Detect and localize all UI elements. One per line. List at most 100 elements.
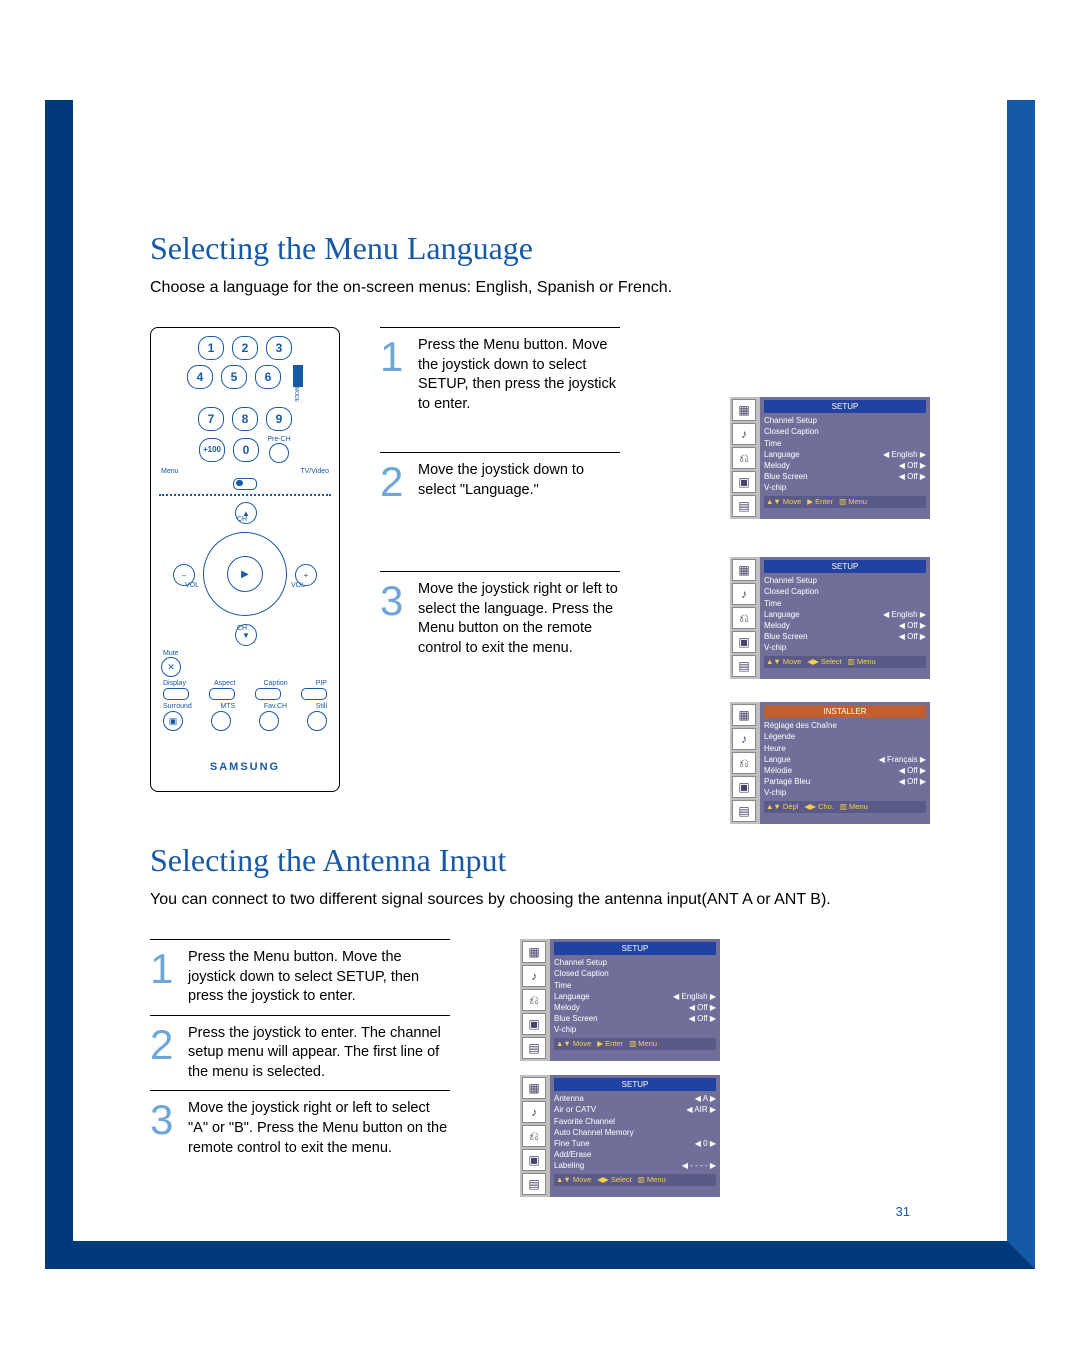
osd-tab-icon: ▣ <box>732 471 756 493</box>
mute-button[interactable]: ✕ <box>161 657 181 677</box>
s2-step-2: 2 Press the joystick to enter. The chann… <box>150 1015 450 1091</box>
ch-label-down: CH <box>237 625 247 632</box>
osd-screen-3: ▦ ♪ ⎌ ▣ ▤ INSTALLER Réglage des ChaîneLé… <box>730 702 930 824</box>
mts-button[interactable] <box>211 711 231 731</box>
page: Selecting the Menu Language Choose a lan… <box>0 0 1080 1369</box>
osd1-footer: ▲▼ Move▶ Enter▥ Menu <box>764 496 926 509</box>
s2-step-3-num: 3 <box>150 1099 178 1158</box>
remote-num-0[interactable]: 0 <box>233 438 259 462</box>
remote-num-3[interactable]: 3 <box>266 336 292 360</box>
remote-num-7[interactable]: 7 <box>198 407 224 431</box>
surround-button[interactable]: ▣ <box>163 711 183 731</box>
favch-button[interactable] <box>259 711 279 731</box>
vol-label-right: VOL <box>291 582 305 589</box>
remote-num-6[interactable]: 6 <box>255 365 281 389</box>
osd-tab-icon: ♪ <box>732 728 756 750</box>
osd4-body: Channel SetupClosed CaptionTimeLanguage◀… <box>554 957 716 1035</box>
osd1-body: Channel SetupClosed CaptionTimeLanguage◀… <box>764 415 926 493</box>
remote-num-1[interactable]: 1 <box>198 336 224 360</box>
osd-tab-icon: ⎌ <box>522 1125 546 1147</box>
remote-control: 1 2 3 4 5 6 MODE 7 8 9 <box>150 327 340 792</box>
brand-label: SAMSUNG <box>159 761 331 773</box>
osd-tab-icon: ⎌ <box>732 447 756 469</box>
step-2-text: Move the joystick down to select "Langua… <box>418 461 620 503</box>
remote-plus100[interactable]: +100 <box>199 438 225 462</box>
osd-tab-icon: ▤ <box>522 1037 546 1059</box>
s2-step-1: 1 Press the Menu button. Move the joysti… <box>150 939 450 1015</box>
still-button[interactable] <box>307 711 327 731</box>
favch-label: Fav.CH <box>264 703 287 710</box>
step-1: 1 Press the Menu button. Move the joysti… <box>380 327 620 422</box>
osd-tab-icon: ♪ <box>522 1101 546 1123</box>
osd4-footer: ▲▼ Move▶ Enter▥ Menu <box>554 1038 716 1051</box>
step-1-text: Press the Menu button. Move the joystick… <box>418 336 620 414</box>
display-button[interactable] <box>163 688 189 700</box>
osd-tab-icon: ♪ <box>732 423 756 445</box>
s2-step-2-text: Press the joystick to enter. The channel… <box>188 1024 450 1083</box>
joystick[interactable]: ▶ ▲ ▼ – + CH CH VOL VOL <box>175 504 315 644</box>
page-number: 31 <box>896 1204 910 1219</box>
remote-num-4[interactable]: 4 <box>187 365 213 389</box>
step-3-text: Move the joystick right or left to selec… <box>418 580 620 658</box>
osd-tab-icon: ▦ <box>732 399 756 421</box>
osd-tab-icon: ▣ <box>732 776 756 798</box>
s2-step-2-num: 2 <box>150 1024 178 1083</box>
step-1-num: 1 <box>380 336 408 414</box>
osd-tab-icon: ▤ <box>522 1173 546 1195</box>
osd4-title: SETUP <box>554 942 716 955</box>
remote-num-5[interactable]: 5 <box>221 365 247 389</box>
content-area: Selecting the Menu Language Choose a lan… <box>150 230 930 1219</box>
caption-button[interactable] <box>255 688 281 700</box>
osd1-title: SETUP <box>764 400 926 413</box>
section2-title: Selecting the Antenna Input <box>150 842 930 879</box>
remote-num-8[interactable]: 8 <box>232 407 258 431</box>
ch-label-up: CH <box>237 516 247 523</box>
osd2-title: SETUP <box>764 560 926 573</box>
still-label: Still <box>316 703 327 710</box>
tvvideo-label: TV/Video <box>300 468 329 475</box>
osd-tab-icon: ▦ <box>732 559 756 581</box>
step-2-num: 2 <box>380 461 408 503</box>
mode-switch[interactable] <box>293 365 303 387</box>
osd-tab-icon: ▤ <box>732 800 756 822</box>
osd-screen-5: ▦ ♪ ⎌ ▣ ▤ SETUP Antenna◀ A ▶Air or CATV◀… <box>520 1075 720 1197</box>
menu-slider[interactable] <box>233 478 257 490</box>
remote-num-9[interactable]: 9 <box>266 407 292 431</box>
pip-button[interactable] <box>301 688 327 700</box>
section1-body: 1 2 3 4 5 6 MODE 7 8 9 <box>150 327 930 792</box>
osd-tab-icon: ▦ <box>732 704 756 726</box>
display-label: Display <box>163 680 186 687</box>
osd-tab-icon: ⎌ <box>732 607 756 629</box>
section2-intro: You can connect to two different signal … <box>150 891 930 909</box>
menu-label: Menu <box>161 468 179 475</box>
osd3-title: INSTALLER <box>764 705 926 718</box>
section1-title: Selecting the Menu Language <box>150 230 930 267</box>
aspect-button[interactable] <box>209 688 235 700</box>
osd-screen-2: ▦ ♪ ⎌ ▣ ▤ SETUP Channel SetupClosed Capt… <box>730 557 930 679</box>
osd5-footer: ▲▼ Move◀▶ Select▥ Menu <box>554 1174 716 1187</box>
osd2-body: Channel SetupClosed CaptionTimeLanguage◀… <box>764 575 926 653</box>
osd-tab-icon: ⎌ <box>522 989 546 1011</box>
step-3-num: 3 <box>380 580 408 658</box>
mode-label: MODE <box>293 387 299 402</box>
mts-label: MTS <box>220 703 235 710</box>
prech-button[interactable] <box>269 443 289 463</box>
osd-screen-1: ▦ ♪ ⎌ ▣ ▤ SETUP Channel SetupClosed Capt… <box>730 397 930 519</box>
pip-label: PIP <box>316 680 327 687</box>
osd3-body: Réglage des ChaîneLégendeHeureLangue◀ Fr… <box>764 720 926 798</box>
mute-label: Mute <box>163 650 179 657</box>
s2-step-3-text: Move the joystick right or left to selec… <box>188 1099 450 1158</box>
osd5-body: Antenna◀ A ▶Air or CATV◀ AIR ▶Favorite C… <box>554 1093 716 1171</box>
osd-tab-icon: ▣ <box>522 1149 546 1171</box>
osd-tab-icon: ▦ <box>522 941 546 963</box>
joystick-center[interactable]: ▶ <box>227 556 263 592</box>
osd-tab-icon: ▣ <box>732 631 756 653</box>
section2: Selecting the Antenna Input You can conn… <box>150 792 930 1211</box>
osd5-title: SETUP <box>554 1078 716 1091</box>
section2-steps: 1 Press the Menu button. Move the joysti… <box>150 939 480 1166</box>
section2-osds: ▦ ♪ ⎌ ▣ ▤ SETUP Channel SetupClosed Capt… <box>520 939 720 1211</box>
osd3-footer: ▲▼ Dépl◀▶ Cho.▥ Menu <box>764 801 926 814</box>
osd-tab-icon: ▦ <box>522 1077 546 1099</box>
remote-num-2[interactable]: 2 <box>232 336 258 360</box>
vol-label-left: VOL <box>185 582 199 589</box>
